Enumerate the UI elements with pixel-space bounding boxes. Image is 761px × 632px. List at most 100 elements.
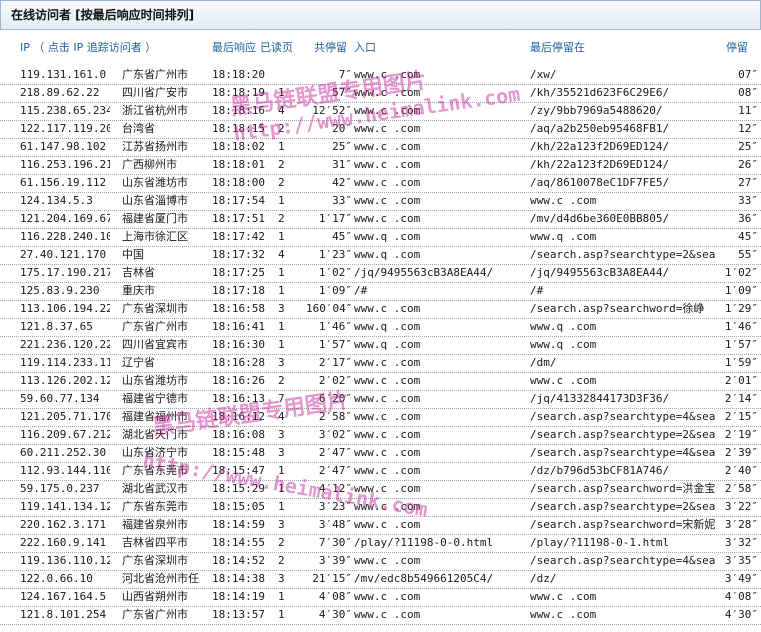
last-response-time: 18:14:59 xyxy=(212,518,265,531)
pages-read: 1 xyxy=(278,590,285,603)
visitor-ip-link[interactable]: 60.211.252.30 xyxy=(20,444,110,462)
table-row: 125.83.9.230 重庆市 18:17:18 1 1′09″/#/# 1′09″ xyxy=(0,282,761,301)
last-page: www.q .com xyxy=(530,230,597,243)
last-response-time: 18:16:08 xyxy=(212,428,265,441)
visitor-ip-link[interactable]: 119.136.110.121 xyxy=(20,552,110,570)
visitor-ip-link[interactable]: 119.114.233.112 xyxy=(20,354,110,372)
visitor-ip-link[interactable]: 116.209.67.212 xyxy=(20,426,110,444)
entry-page: www.c .com xyxy=(354,554,421,567)
last-page: /dz/b796d53bCF81A746/ xyxy=(530,464,670,477)
entry-page: www.c .com xyxy=(354,302,421,315)
visitor-ip-link[interactable]: 119.141.134.126 xyxy=(20,498,110,516)
total-duration: 2′47″ xyxy=(318,446,352,459)
visitor-ip-link[interactable]: 61.147.98.102 xyxy=(20,138,110,156)
last-page: www.c .com xyxy=(530,608,597,621)
visitor-region: 山东省济宁市 xyxy=(122,446,188,459)
last-response-time: 18:18:19 xyxy=(212,86,265,99)
stay-time: 1′46″ xyxy=(724,320,758,333)
last-response-time: 18:15:05 xyxy=(212,500,265,513)
entry-page: /play/?11198-0-0.html xyxy=(354,536,494,549)
last-page: /dm/ xyxy=(530,356,557,369)
visitor-region: 四川省广安市 xyxy=(122,86,188,99)
visitor-ip-link[interactable]: 119.131.161.0 xyxy=(20,66,110,84)
visitor-ip-link[interactable]: 220.162.3.171 xyxy=(20,516,110,534)
visitor-region: 广东省深圳市 xyxy=(122,554,188,567)
pages-read: 1 xyxy=(278,338,285,351)
visitor-ip-link[interactable]: 59.175.0.237 xyxy=(20,480,110,498)
table-row: 221.236.120.226 四川省宜宾市 18:16:30 1 1′57″ www.q… xyxy=(0,336,761,355)
pages-read: 1 xyxy=(278,500,285,513)
visitor-ip-link[interactable]: 218.89.62.22 xyxy=(20,84,110,102)
stay-time: 2′01″ xyxy=(724,374,758,387)
pages-read: 2 xyxy=(278,536,285,549)
pages-read: 4 xyxy=(278,410,285,423)
visitor-ip-link[interactable]: 221.236.120.226 xyxy=(20,336,110,354)
visitor-ip-link[interactable]: 122.117.119.20 xyxy=(20,120,110,138)
visitor-region: 山东省潍坊市 xyxy=(122,374,188,387)
last-page: /search.asp?searchword=徐峥 xyxy=(530,302,705,315)
entry-page: www.c .com xyxy=(354,104,421,117)
total-duration: 3′02″ xyxy=(318,428,352,441)
visitor-ip-link[interactable]: 122.0.66.10 xyxy=(20,570,110,588)
visitor-ip-link[interactable]: 115.238.65.234 xyxy=(20,102,110,120)
last-response-time: 18:13:57 xyxy=(212,608,265,621)
visitor-ip-link[interactable]: 125.83.9.230 xyxy=(20,282,110,300)
visitor-ip-link[interactable]: 124.134.5.3 xyxy=(20,192,110,210)
last-response-time: 18:17:51 xyxy=(212,212,265,225)
column-header-last-page: 最后停留在 xyxy=(530,41,585,54)
visitor-ip-link[interactable]: 121.205.71.170 xyxy=(20,408,110,426)
visitor-ip-link[interactable]: 116.228.240.106 xyxy=(20,228,110,246)
table-row: 113.126.202.126 山东省潍坊市 18:16:26 2 2′02″ www.c… xyxy=(0,372,761,391)
stay-time: 1′09″ xyxy=(724,284,758,297)
table-row: 113.106.194.228 广东省深圳市 18:16:58 3 160′04″ www… xyxy=(0,300,761,319)
column-header-stay: 共停留 xyxy=(314,41,347,54)
pages-read: 3 xyxy=(278,572,285,585)
total-duration: 25″ xyxy=(332,140,352,153)
total-duration: 33″ xyxy=(332,194,352,207)
visitor-ip-link[interactable]: 121.8.101.254 xyxy=(20,606,110,624)
table-row: 27.40.121.170 中国 18:17:32 4 1′23″ www.q .com /… xyxy=(0,246,761,265)
table-row: 116.228.240.106 上海市徐汇区 18:17:42 1 45″ www.q .… xyxy=(0,228,761,247)
total-duration: 45″ xyxy=(332,230,352,243)
visitor-ip-link[interactable]: 222.160.9.141 xyxy=(20,534,110,552)
stay-time: 33″ xyxy=(738,194,758,207)
pages-read: 4 xyxy=(278,104,285,117)
stay-time: 2′14″ xyxy=(724,392,758,405)
visitor-ip-link[interactable]: 59.60.77.134 xyxy=(20,390,110,408)
pages-read: 3 xyxy=(278,518,285,531)
stay-time: 08″ xyxy=(738,86,758,99)
table-row: 119.141.134.126 广东省东莞市 18:15:05 1 3′23″ www.c… xyxy=(0,498,761,517)
visitor-ip-link[interactable]: 124.167.164.5 xyxy=(20,588,110,606)
last-page: /xw/ xyxy=(530,68,557,81)
column-header-ip[interactable]: IP （ 点击 IP 追踪访问者 ） xyxy=(20,40,156,56)
last-page: /search.asp?searchtype=2&sea xyxy=(530,500,716,513)
visitor-ip-link[interactable]: 113.106.194.228 xyxy=(20,300,110,318)
visitor-ip-link[interactable]: 121.204.169.67 xyxy=(20,210,110,228)
visitor-ip-link[interactable]: 27.40.121.170 xyxy=(20,246,110,264)
last-response-time: 18:15:47 xyxy=(212,464,265,477)
last-response-time: 18:17:54 xyxy=(212,194,265,207)
last-response-time: 18:16:28 xyxy=(212,356,265,369)
pages-read: 7 xyxy=(278,392,285,405)
stay-time: 55″ xyxy=(738,248,758,261)
pages-read: 1 xyxy=(278,464,285,477)
visitor-ip-link[interactable]: 113.126.202.126 xyxy=(20,372,110,390)
visitor-ip-link[interactable]: 61.156.19.112 xyxy=(20,174,110,192)
total-duration: 4′08″ xyxy=(318,590,352,603)
visitor-ip-link[interactable]: 112.93.144.110 xyxy=(20,462,110,480)
table-row: 115.238.65.234 浙江省杭州市 18:18:16 4 12′52″ www.c… xyxy=(0,102,761,121)
stay-time: 27″ xyxy=(738,176,758,189)
stay-time: 4′08″ xyxy=(724,590,758,603)
pages-read: 2 xyxy=(278,212,285,225)
last-response-time: 18:17:32 xyxy=(212,248,265,261)
total-duration: 1′57″ xyxy=(318,338,352,351)
last-page: www.c .com xyxy=(530,194,597,207)
stay-time: 2′40″ xyxy=(724,464,758,477)
visitor-ip-link[interactable]: 116.253.196.216 xyxy=(20,156,110,174)
visitor-ip-link[interactable]: 175.17.190.217 xyxy=(20,264,110,282)
total-duration: 2′58″ xyxy=(318,410,352,423)
entry-page: www.c .com xyxy=(354,212,421,225)
visitor-region: 广东省东莞市 xyxy=(122,500,188,513)
pages-read: 1 xyxy=(278,608,285,621)
visitor-ip-link[interactable]: 121.8.37.65 xyxy=(20,318,110,336)
